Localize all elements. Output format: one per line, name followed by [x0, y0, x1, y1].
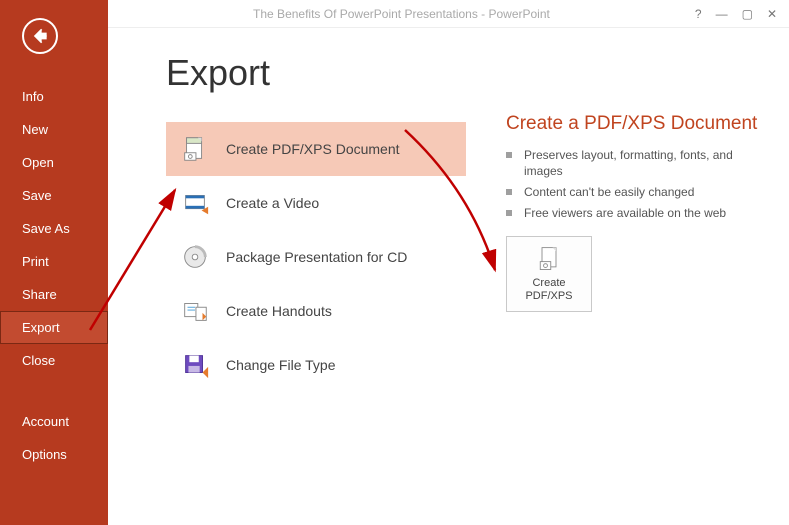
export-option-label: Package Presentation for CD	[226, 249, 407, 265]
close-icon[interactable]: ✕	[767, 7, 777, 21]
sidebar-item-open[interactable]: Open	[0, 146, 108, 179]
detail-bullet-list: Preserves layout, formatting, fonts, and…	[506, 147, 766, 222]
export-option-label: Change File Type	[226, 357, 335, 373]
export-option-label: Create a Video	[226, 195, 319, 211]
detail-heading: Create a PDF/XPS Document	[506, 112, 766, 137]
minimize-icon[interactable]: —	[716, 7, 728, 21]
export-option-change-filetype[interactable]: Change File Type	[166, 338, 466, 392]
export-option-label: Create Handouts	[226, 303, 332, 319]
export-option-label: Create PDF/XPS Document	[226, 141, 400, 157]
main-content: Export Create PDF/XPS Document Create a …	[108, 28, 789, 525]
export-options: Create PDF/XPS Document Create a Video P…	[166, 122, 466, 392]
title-bar: The Benefits Of PowerPoint Presentations…	[0, 0, 789, 28]
detail-panel: Create a PDF/XPS Document Preserves layo…	[506, 52, 766, 525]
sidebar-item-save-as[interactable]: Save As	[0, 212, 108, 245]
detail-bullet: Preserves layout, formatting, fonts, and…	[506, 147, 766, 181]
sidebar-item-export[interactable]: Export	[0, 311, 108, 344]
restore-icon[interactable]: ▢	[742, 7, 753, 21]
page-title: Export	[166, 52, 466, 94]
help-icon[interactable]: ?	[695, 7, 702, 21]
window-title: The Benefits Of PowerPoint Presentations…	[108, 7, 695, 21]
pdf-document-icon	[180, 134, 210, 164]
detail-bullet: Content can't be easily changed	[506, 184, 766, 201]
handouts-icon	[180, 296, 210, 326]
button-label-line2: PDF/XPS	[525, 290, 572, 303]
button-label-line1: Create	[532, 277, 565, 290]
export-option-handouts[interactable]: Create Handouts	[166, 284, 466, 338]
export-option-video[interactable]: Create a Video	[166, 176, 466, 230]
create-pdfxps-button[interactable]: Create PDF/XPS	[506, 236, 592, 312]
arrow-left-icon	[30, 26, 50, 46]
detail-bullet: Free viewers are available on the web	[506, 205, 766, 222]
sidebar-item-close[interactable]: Close	[0, 344, 108, 377]
cd-icon	[180, 242, 210, 272]
save-as-icon	[180, 350, 210, 380]
back-button[interactable]	[22, 18, 58, 54]
sidebar-item-save[interactable]: Save	[0, 179, 108, 212]
backstage-sidebar: Info New Open Save Save As Print Share E…	[0, 0, 108, 525]
sidebar-item-info[interactable]: Info	[0, 80, 108, 113]
sidebar-nav: Info New Open Save Save As Print Share E…	[0, 80, 108, 471]
sidebar-item-new[interactable]: New	[0, 113, 108, 146]
export-option-package-cd[interactable]: Package Presentation for CD	[166, 230, 466, 284]
sidebar-item-account[interactable]: Account	[0, 405, 108, 438]
sidebar-item-options[interactable]: Options	[0, 438, 108, 471]
export-option-pdfxps[interactable]: Create PDF/XPS Document	[166, 122, 466, 176]
sidebar-item-print[interactable]: Print	[0, 245, 108, 278]
sidebar-item-share[interactable]: Share	[0, 278, 108, 311]
video-icon	[180, 188, 210, 218]
pdf-document-icon	[535, 245, 563, 273]
